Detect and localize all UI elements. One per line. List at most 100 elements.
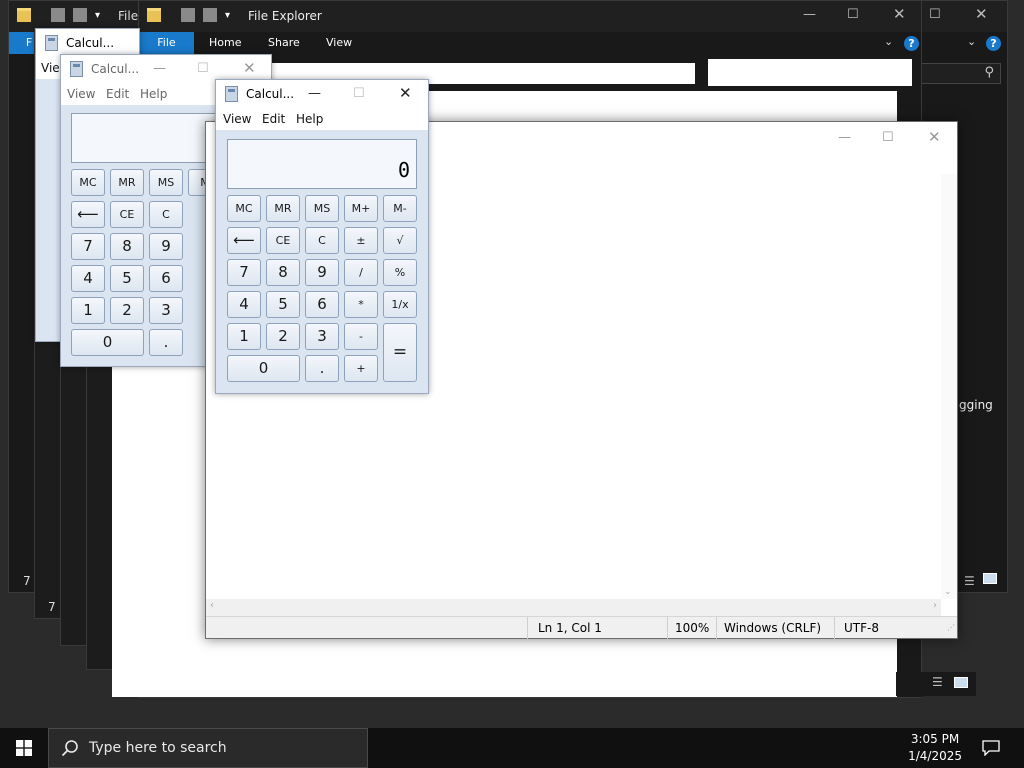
scroll-right-icon[interactable]: › [933, 600, 937, 611]
backspace-button[interactable]: ⟵ [71, 201, 105, 228]
tab-share[interactable]: Share [268, 36, 300, 49]
ribbon-collapse-icon[interactable]: ⌄ [884, 35, 893, 48]
digit-7-button[interactable]: 7 [71, 233, 105, 260]
system-clock[interactable]: 3:05 PM 1/4/2025 [908, 731, 962, 765]
new-folder-icon[interactable] [203, 8, 217, 22]
clock-date: 1/4/2025 [908, 749, 962, 763]
digit-5-button[interactable]: 5 [266, 291, 300, 318]
menu-view[interactable]: View [67, 87, 95, 101]
digit-8-button[interactable]: 8 [110, 233, 144, 260]
start-button[interactable] [0, 728, 48, 768]
close-icon[interactable]: ✕ [928, 128, 941, 146]
quick-access-dropdown-icon[interactable]: ▾ [95, 10, 100, 21]
notifications-icon[interactable] [982, 740, 1000, 756]
horizontal-scrollbar[interactable]: ‹ › [206, 599, 941, 616]
digit-2-button[interactable]: 2 [110, 297, 144, 324]
close-icon[interactable]: ✕ [243, 59, 256, 77]
maximize-icon[interactable]: ☐ [353, 86, 365, 101]
memory-store-button[interactable]: MS [305, 195, 339, 222]
maximize-icon[interactable]: ☐ [882, 130, 894, 145]
status-divider [527, 617, 528, 639]
vertical-scrollbar[interactable]: ⌄ [941, 174, 957, 599]
minimize-icon[interactable]: — [308, 86, 321, 101]
menu-edit[interactable]: Edit [106, 87, 129, 101]
details-view-icon[interactable]: ☰ [932, 675, 943, 689]
minimize-icon[interactable]: — [803, 7, 816, 22]
memory-clear-button[interactable]: MC [227, 195, 261, 222]
search-box[interactable]: ⚲ [921, 63, 1001, 84]
maximize-icon[interactable]: ☐ [197, 61, 209, 76]
digit-3-button[interactable]: 3 [149, 297, 183, 324]
close-icon[interactable]: ✕ [893, 5, 906, 23]
digit-3-button[interactable]: 3 [305, 323, 339, 350]
digit-4-button[interactable]: 4 [71, 265, 105, 292]
add-button[interactable]: + [344, 355, 378, 382]
square-root-button[interactable]: √ [383, 227, 417, 254]
tab-file[interactable]: File [139, 32, 194, 54]
quick-access-dropdown-icon[interactable]: ▾ [225, 10, 230, 21]
memory-add-button[interactable]: M+ [344, 195, 378, 222]
digit-5-button[interactable]: 5 [110, 265, 144, 292]
memory-store-button[interactable]: MS [149, 169, 183, 196]
memory-recall-button[interactable]: MR [110, 169, 144, 196]
close-icon[interactable]: ✕ [399, 84, 412, 102]
reciprocal-button[interactable]: 1/x [383, 291, 417, 318]
divide-button[interactable]: / [344, 259, 378, 286]
tab-view[interactable]: View [326, 36, 352, 49]
memory-recall-button[interactable]: MR [266, 195, 300, 222]
help-icon[interactable]: ? [904, 36, 919, 51]
minimize-icon[interactable]: — [153, 61, 166, 76]
maximize-icon[interactable]: ☐ [929, 7, 941, 22]
multiply-button[interactable]: * [344, 291, 378, 318]
scroll-down-icon[interactable]: ⌄ [944, 587, 952, 597]
subtract-button[interactable]: - [344, 323, 378, 350]
clear-entry-button[interactable]: CE [110, 201, 144, 228]
digit-0-button[interactable]: 0 [71, 329, 144, 356]
digit-2-button[interactable]: 2 [266, 323, 300, 350]
digit-7-button[interactable]: 7 [227, 259, 261, 286]
clear-entry-button[interactable]: CE [266, 227, 300, 254]
equals-button[interactable]: = [383, 323, 417, 382]
digit-1-button[interactable]: 1 [227, 323, 261, 350]
digit-9-button[interactable]: 9 [305, 259, 339, 286]
minimize-icon[interactable]: — [838, 130, 851, 145]
properties-icon[interactable] [51, 8, 65, 22]
details-view-icon[interactable]: ☰ [964, 574, 975, 588]
digit-4-button[interactable]: 4 [227, 291, 261, 318]
digit-6-button[interactable]: 6 [149, 265, 183, 292]
negate-button[interactable]: ± [344, 227, 378, 254]
new-folder-icon[interactable] [73, 8, 87, 22]
search-input[interactable] [708, 59, 912, 86]
digit-9-button[interactable]: 9 [149, 233, 183, 260]
menu-help[interactable]: Help [140, 87, 167, 101]
tiles-view-icon[interactable] [954, 677, 968, 688]
close-icon[interactable]: ✕ [975, 5, 988, 23]
folder-icon [147, 8, 161, 22]
properties-icon[interactable] [181, 8, 195, 22]
explorer-title-text: File Explorer [248, 9, 322, 23]
tab-home[interactable]: Home [209, 36, 241, 49]
help-icon[interactable]: ? [986, 36, 1001, 51]
digit-1-button[interactable]: 1 [71, 297, 105, 324]
menu-edit[interactable]: Edit [262, 112, 285, 126]
taskbar-search-box[interactable]: Type here to search [48, 728, 368, 768]
menu-view[interactable]: View [223, 112, 251, 126]
backspace-button[interactable]: ⟵ [227, 227, 261, 254]
decimal-button[interactable]: . [305, 355, 339, 382]
memory-subtract-button[interactable]: M- [383, 195, 417, 222]
scroll-left-icon[interactable]: ‹ [210, 600, 214, 611]
resize-grip-icon[interactable]: ⋰ [947, 623, 955, 632]
menu-help[interactable]: Help [296, 112, 323, 126]
calculator-display: 0 [227, 139, 417, 189]
digit-6-button[interactable]: 6 [305, 291, 339, 318]
memory-clear-button[interactable]: MC [71, 169, 105, 196]
percent-button[interactable]: % [383, 259, 417, 286]
tiles-view-icon[interactable] [983, 573, 997, 584]
maximize-icon[interactable]: ☐ [847, 7, 859, 22]
clear-button[interactable]: C [149, 201, 183, 228]
digit-0-button[interactable]: 0 [227, 355, 300, 382]
decimal-button[interactable]: . [149, 329, 183, 356]
digit-8-button[interactable]: 8 [266, 259, 300, 286]
clear-button[interactable]: C [305, 227, 339, 254]
ribbon-collapse-icon[interactable]: ⌄ [967, 35, 976, 48]
